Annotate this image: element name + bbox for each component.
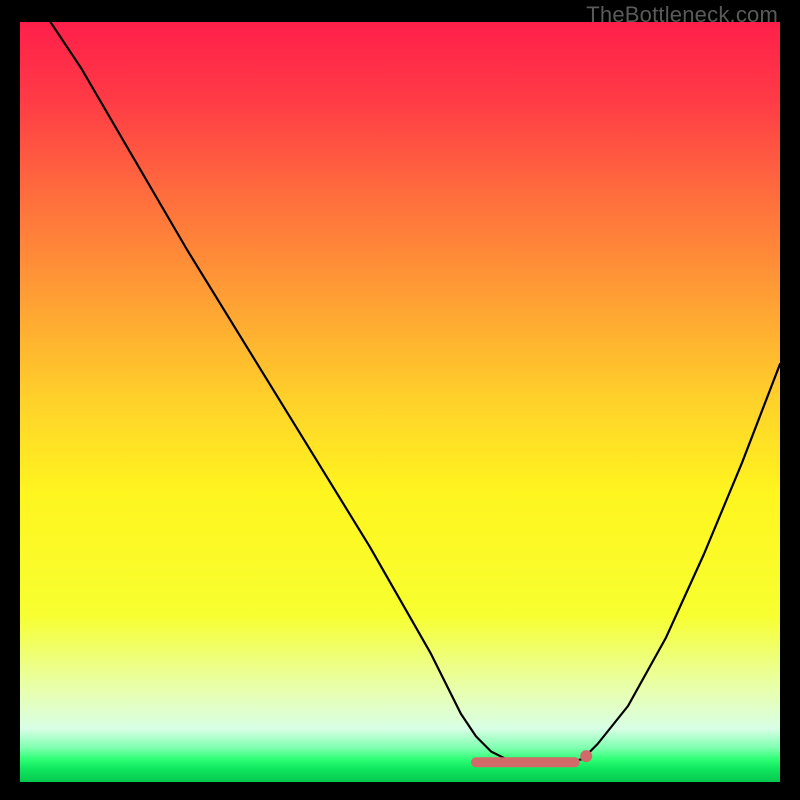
- chart-canvas: [20, 22, 780, 782]
- optimal-point-dot: [580, 750, 592, 762]
- gradient-background: [20, 22, 780, 782]
- chart-frame: [20, 22, 780, 782]
- watermark-text: TheBottleneck.com: [586, 2, 778, 28]
